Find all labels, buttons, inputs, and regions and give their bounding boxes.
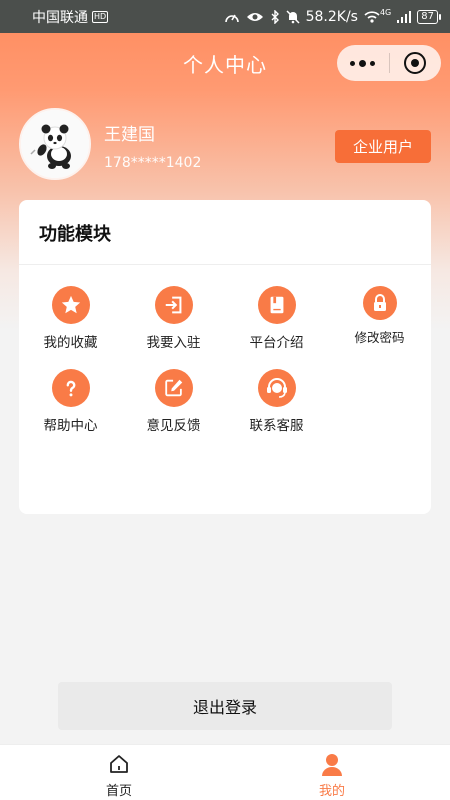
network-type: 4G: [379, 8, 392, 17]
book-icon: [257, 286, 296, 324]
grid-item-help[interactable]: 帮助中心: [19, 369, 122, 439]
mini-program-capsule: [337, 45, 441, 81]
tab-label: 我的: [318, 784, 345, 799]
eye-icon: [246, 12, 263, 21]
signal-icon: [397, 10, 412, 23]
lock-icon: [362, 286, 397, 320]
grid-label: 我要入驻: [146, 335, 201, 351]
home-icon: [110, 755, 128, 773]
wifi-icon: [364, 11, 380, 23]
edit-icon: [154, 369, 193, 407]
card-divider: [19, 264, 431, 265]
functions-card: 功能模块 我的收藏 我要入驻 平台介绍 修改密码 帮助中心 意见反馈 联系客服: [19, 200, 431, 514]
card-title: 功能模块: [39, 224, 111, 245]
grid-item-join[interactable]: 我要入驻: [122, 286, 225, 356]
grid-label: 修改密码: [354, 330, 405, 345]
speedometer-icon: [224, 14, 239, 22]
tab-bar: 首页 我的: [0, 744, 450, 800]
logout-button[interactable]: 退出登录: [58, 682, 392, 730]
grid-label: 平台介绍: [249, 335, 304, 351]
mute-bell-icon: [286, 9, 300, 24]
user-phone: 178*****1402: [104, 155, 202, 171]
page-title: 个人中心: [183, 52, 267, 77]
customer-service-icon: [257, 369, 296, 407]
grid-item-change-password[interactable]: 修改密码: [328, 286, 431, 356]
grid-label: 我的收藏: [43, 335, 98, 351]
grid-item-platform-intro[interactable]: 平台介绍: [225, 286, 328, 356]
question-icon: [51, 369, 90, 407]
carrier-label: 中国联通: [32, 9, 88, 26]
nav-bar: 个人中心: [0, 33, 450, 93]
battery-indicator: 87: [417, 9, 441, 24]
enterprise-user-badge[interactable]: 企业用户: [335, 130, 431, 163]
tab-mine[interactable]: 我的: [272, 745, 392, 800]
tab-home[interactable]: 首页: [59, 745, 179, 800]
target-icon: [404, 52, 427, 74]
net-speed: 58.2K/s: [305, 8, 358, 25]
hd-badge: HD: [92, 10, 109, 23]
grid-label: 意见反馈: [146, 418, 201, 434]
more-menu-button[interactable]: [337, 45, 389, 81]
user-name: 王建国: [104, 125, 155, 145]
avatar[interactable]: [19, 108, 91, 180]
grid-item-customer-service[interactable]: 联系客服: [225, 369, 328, 439]
more-icon: [350, 59, 376, 67]
close-program-button[interactable]: [390, 45, 442, 81]
sign-in-icon: [154, 286, 193, 324]
bluetooth-icon: [271, 9, 279, 24]
tab-label: 首页: [105, 784, 132, 799]
star-icon: [51, 286, 90, 324]
grid-label: 联系客服: [249, 418, 304, 434]
grid-item-feedback[interactable]: 意见反馈: [122, 369, 225, 439]
grid-item-favorites[interactable]: 我的收藏: [19, 286, 122, 356]
grid-label: 帮助中心: [43, 418, 98, 434]
panda-icon: [21, 110, 89, 178]
user-icon: [322, 754, 342, 776]
status-bar: 中国联通 HD 58.2K/s 4G 87: [0, 0, 450, 33]
